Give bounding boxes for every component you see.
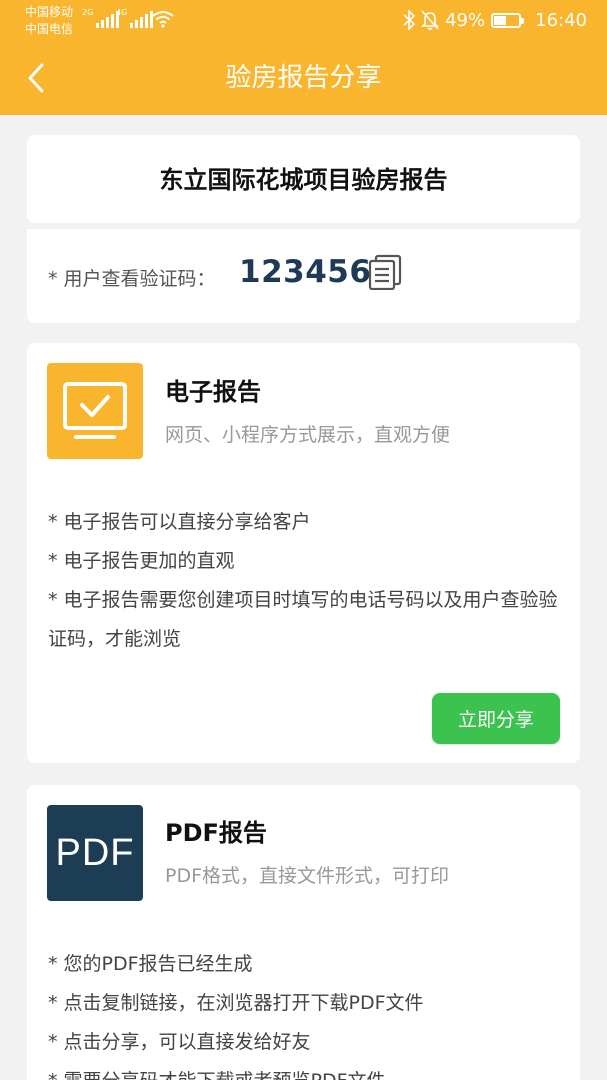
electronic-report-bullets: * 电子报告可以直接分享给客户 * 电子报告更加的直观 * 电子报告需要您创建项… [48, 503, 563, 659]
signal-icon-1: 2G [82, 8, 120, 28]
monitor-check-glyph [63, 382, 127, 439]
carrier-2: 中国电信 [25, 22, 74, 36]
carrier-names: 中国移动 中国电信 [25, 4, 73, 38]
verification-code-value: 123456 [239, 254, 372, 290]
network-type-1: 2G [82, 8, 94, 17]
pdf-icon-text: PDF [55, 831, 135, 874]
battery-icon [491, 12, 525, 28]
signal-icon-2: 4G [116, 8, 154, 28]
list-item: * 您的PDF报告已经生成 [48, 953, 253, 975]
network-type-2: 4G [116, 8, 128, 17]
status-right: 49% 16:40 [403, 8, 587, 32]
status-bar: 中国移动 中国电信 2G 4G 49% 16:40 [0, 0, 607, 42]
battery-percent: 49% [445, 9, 486, 31]
list-item: * 点击分享，可以直接发给好友 [48, 1031, 311, 1053]
copy-icon[interactable] [368, 254, 402, 290]
clock: 16:40 [535, 9, 587, 31]
list-item: * 电子报告更加的直观 [48, 550, 235, 572]
pdf-report-subtitle: PDF格式，直接文件形式，可打印 [165, 865, 450, 887]
list-item: * 电子报告可以直接分享给客户 [48, 511, 311, 533]
carrier-1: 中国移动 [25, 5, 74, 19]
list-item: * 需要分享码才能下载或者预览PDF文件 [48, 1062, 563, 1080]
list-item: * 电子报告需要您创建项目时填写的电话号码以及用户查验验证码，才能浏览 [48, 589, 558, 650]
pdf-file-icon: PDF [47, 805, 143, 901]
verification-code-label: * 用户查看验证码： [48, 268, 216, 290]
electronic-report-title: 电子报告 [165, 378, 261, 406]
bluetooth-icon [403, 10, 416, 30]
mute-bell-icon [421, 10, 440, 30]
pdf-report-bullets: * 您的PDF报告已经生成 * 点击复制链接，在浏览器打开下载PDF文件 * 点… [48, 945, 563, 1080]
pdf-report-title: PDF报告 [165, 819, 267, 847]
report-title: 东立国际花城项目验房报告 [159, 166, 448, 194]
electronic-report-subtitle: 网页、小程序方式展示，直观方便 [165, 424, 451, 446]
share-now-button[interactable]: 立即分享 [432, 693, 560, 744]
list-item: * 点击复制链接，在浏览器打开下载PDF文件 [48, 992, 424, 1014]
wifi-icon [152, 11, 174, 28]
page-title: 验房报告分享 [225, 63, 382, 93]
monitor-check-icon [47, 363, 143, 459]
